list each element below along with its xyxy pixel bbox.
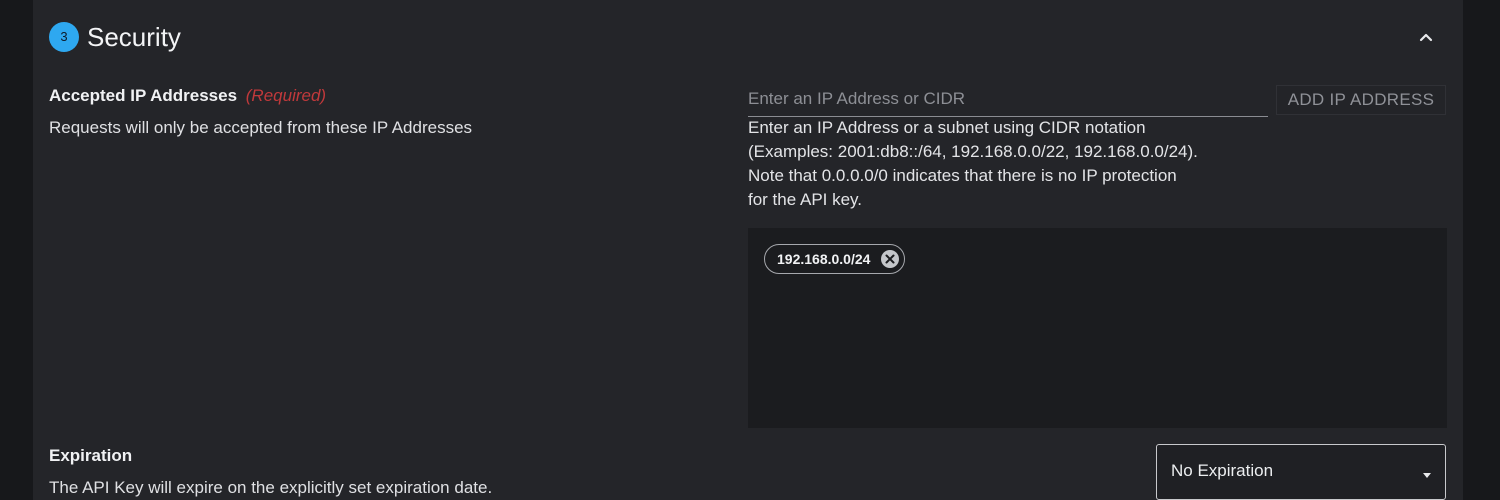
- ip-address-chip-label: 192.168.0.0/24: [777, 251, 871, 267]
- ip-help-line: (Examples: 2001:db8::/64, 192.168.0.0/22…: [748, 142, 1198, 161]
- ip-input-container: [748, 84, 1268, 117]
- security-panel: 3 Security Accepted IP Addresses (Requir…: [33, 0, 1463, 500]
- accepted-ip-label: Accepted IP Addresses (Required): [49, 85, 689, 107]
- required-tag: (Required): [245, 86, 327, 105]
- step-number-badge: 3: [49, 22, 79, 52]
- close-circle-icon[interactable]: [880, 249, 900, 269]
- section-header[interactable]: 3 Security: [49, 18, 1447, 58]
- expiration-label: Expiration: [49, 446, 133, 465]
- expiration-selected-value: No Expiration: [1171, 461, 1274, 480]
- ip-address-list: 192.168.0.0/24: [748, 228, 1447, 428]
- ip-address-chip: 192.168.0.0/24: [764, 244, 906, 274]
- caret-down-icon: [1421, 467, 1433, 478]
- page: 3 Security Accepted IP Addresses (Requir…: [0, 0, 1500, 500]
- ip-help-text: Enter an IP Address or a subnet using CI…: [748, 116, 1268, 212]
- ip-help-line: for the API key.: [748, 190, 863, 209]
- expiration-field: Expiration The API Key will expire on th…: [49, 445, 749, 499]
- chevron-up-icon[interactable]: [1415, 26, 1437, 48]
- accepted-ip-label-text: Accepted IP Addresses: [49, 86, 238, 105]
- add-ip-address-button[interactable]: ADD IP ADDRESS: [1276, 85, 1446, 115]
- ip-help-line: Note that 0.0.0.0/0 indicates that there…: [748, 166, 1177, 185]
- ip-address-input[interactable]: [748, 84, 1268, 114]
- section-title: Security: [87, 22, 181, 52]
- accepted-ip-description: Requests will only be accepted from thes…: [49, 118, 473, 137]
- expiration-select[interactable]: No Expiration: [1156, 444, 1446, 500]
- expiration-description: The API Key will expire on the explicitl…: [49, 478, 493, 497]
- accepted-ip-field: Accepted IP Addresses (Required) Request…: [49, 85, 689, 139]
- ip-help-line: Enter an IP Address or a subnet using CI…: [748, 118, 1146, 137]
